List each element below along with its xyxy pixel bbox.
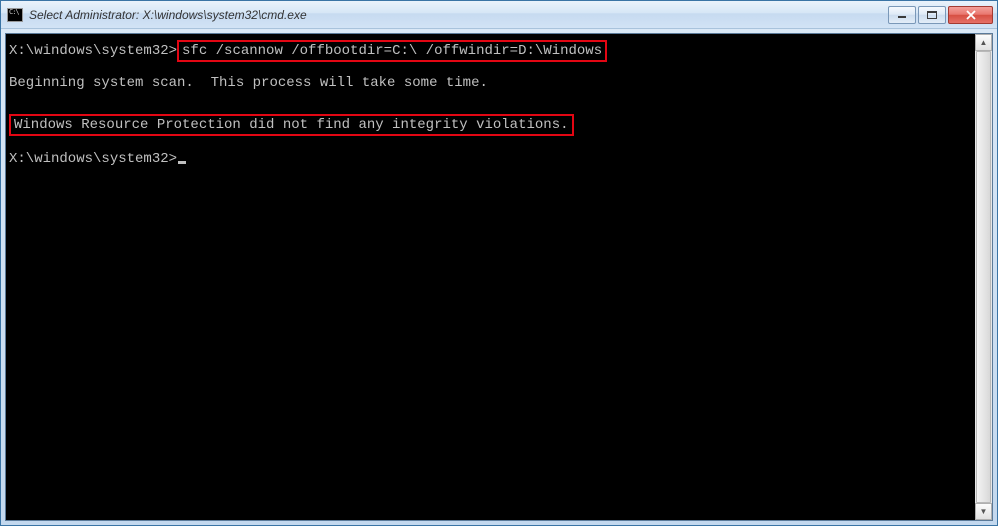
minimize-button[interactable] (888, 6, 916, 24)
scroll-up-button[interactable]: ▲ (975, 34, 992, 51)
close-icon (965, 10, 977, 20)
window-title: Select Administrator: X:\windows\system3… (29, 8, 882, 22)
close-button[interactable] (948, 6, 993, 24)
command-text: sfc /scannow /offbootdir=C:\ /offwindir=… (182, 43, 602, 59)
chevron-down-icon: ▼ (980, 507, 988, 516)
maximize-button[interactable] (918, 6, 946, 24)
cmd-window: C:\ Select Administrator: X:\windows\sys… (0, 0, 998, 526)
maximize-icon (927, 11, 937, 19)
window-controls (888, 6, 993, 24)
command-highlight: sfc /scannow /offbootdir=C:\ /offwindir=… (177, 40, 607, 62)
cursor-icon (178, 161, 186, 164)
prompt-text: X:\windows\system32> (9, 43, 177, 59)
scroll-thumb[interactable] (976, 51, 991, 503)
chevron-up-icon: ▲ (980, 38, 988, 47)
vertical-scrollbar[interactable]: ▲ ▼ (975, 34, 992, 520)
cmd-icon-label: C:\ (9, 10, 19, 15)
minimize-icon (897, 11, 907, 19)
terminal-frame: X:\windows\system32> sfc /scannow /offboo… (5, 33, 993, 521)
scroll-track[interactable] (975, 51, 992, 503)
terminal-output[interactable]: X:\windows\system32> sfc /scannow /offboo… (6, 34, 974, 520)
scroll-down-button[interactable]: ▼ (975, 503, 992, 520)
result-text: Windows Resource Protection did not find… (14, 117, 569, 133)
scan-status-text: Beginning system scan. This process will… (9, 74, 971, 92)
titlebar[interactable]: C:\ Select Administrator: X:\windows\sys… (1, 1, 997, 29)
cmd-icon: C:\ (7, 8, 23, 22)
prompt-text: X:\windows\system32> (9, 151, 177, 167)
result-highlight: Windows Resource Protection did not find… (9, 114, 574, 136)
